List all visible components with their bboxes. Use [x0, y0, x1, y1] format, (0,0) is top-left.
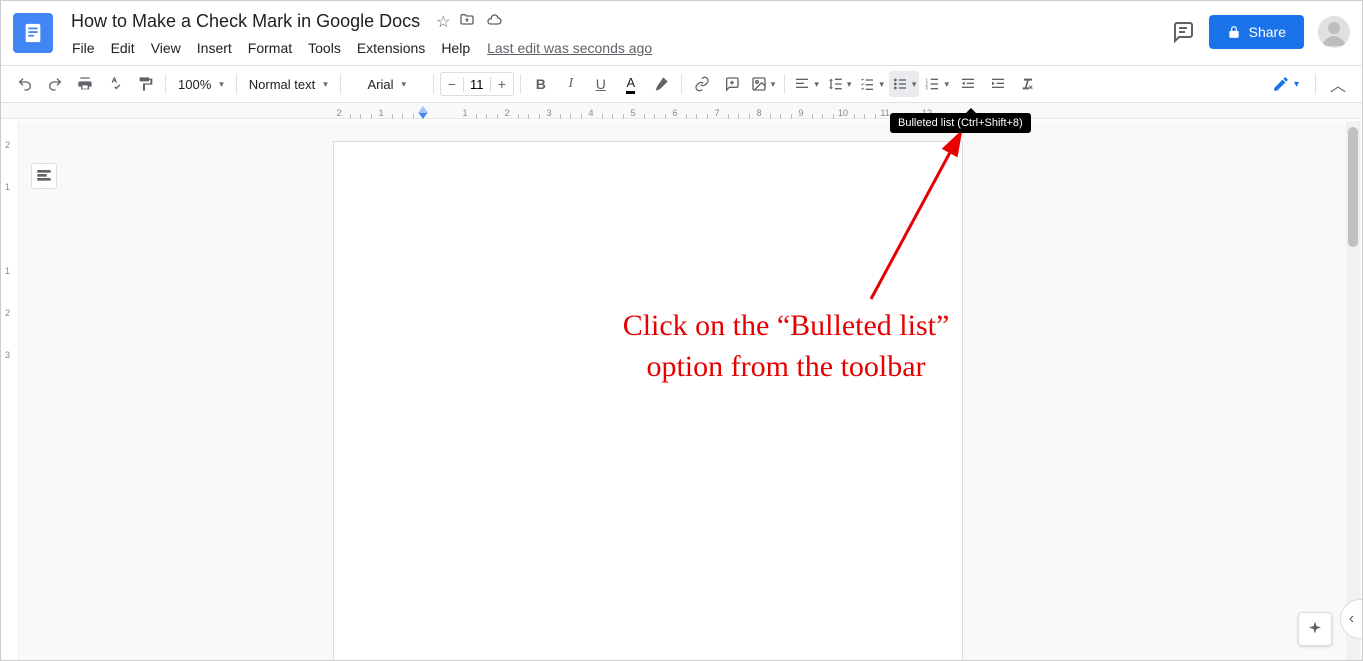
title-area: How to Make a Check Mark in Google Docs …: [65, 9, 1171, 60]
star-icon[interactable]: ☆: [436, 12, 450, 32]
decrease-indent-button[interactable]: [954, 71, 982, 97]
cloud-icon[interactable]: [484, 12, 504, 32]
font-size-control: − 11 +: [440, 72, 514, 96]
ruler-number: 11: [880, 108, 889, 118]
bulleted-list-button[interactable]: [889, 71, 920, 97]
separator: [433, 74, 434, 94]
zoom-select[interactable]: 100%: [172, 71, 230, 97]
ruler-number: 3: [546, 108, 551, 118]
ruler-number: 9: [798, 108, 803, 118]
explore-button[interactable]: [1298, 612, 1332, 646]
ruler-number: 1: [5, 266, 10, 276]
outline-toggle[interactable]: [31, 163, 57, 189]
redo-button[interactable]: [41, 71, 69, 97]
last-edit-link[interactable]: Last edit was seconds ago: [487, 40, 652, 56]
insert-link-button[interactable]: [688, 71, 716, 97]
font-value: Arial: [368, 77, 394, 92]
scrollbar-thumb[interactable]: [1348, 127, 1358, 247]
zoom-value: 100%: [178, 77, 211, 92]
ruler-number: 2: [504, 108, 509, 118]
hide-menus-button[interactable]: ︿: [1324, 68, 1352, 100]
menu-view[interactable]: View: [144, 36, 188, 60]
header-right: Share: [1171, 15, 1350, 49]
clear-formatting-button[interactable]: [1014, 71, 1042, 97]
numbered-list-button[interactable]: 123: [921, 71, 952, 97]
ruler-number: 7: [714, 108, 719, 118]
menu-edit[interactable]: Edit: [104, 36, 142, 60]
paint-format-button[interactable]: [131, 71, 159, 97]
separator: [340, 74, 341, 94]
font-select[interactable]: Arial: [347, 71, 427, 97]
undo-button[interactable]: [11, 71, 39, 97]
checklist-button[interactable]: [856, 71, 887, 97]
align-button[interactable]: [791, 71, 822, 97]
font-size-increase[interactable]: +: [491, 76, 513, 92]
menu-tools[interactable]: Tools: [301, 36, 348, 60]
separator: [784, 74, 785, 94]
vertical-ruler[interactable]: 2 1 1 2 3: [1, 121, 19, 660]
ruler-number: 1: [378, 108, 383, 118]
menu-help[interactable]: Help: [434, 36, 477, 60]
menu-file[interactable]: File: [65, 36, 102, 60]
editing-mode-button[interactable]: ▾: [1264, 72, 1307, 96]
spellcheck-button[interactable]: [101, 71, 129, 97]
bold-button[interactable]: B: [527, 71, 555, 97]
tooltip: Bulleted list (Ctrl+Shift+8): [890, 113, 1031, 133]
font-size-decrease[interactable]: −: [441, 76, 463, 92]
page[interactable]: [333, 141, 963, 660]
side-panel-toggle[interactable]: ‹: [1340, 599, 1362, 639]
style-value: Normal text: [249, 77, 315, 92]
line-spacing-button[interactable]: [824, 71, 855, 97]
separator: [165, 74, 166, 94]
document-canvas: 21123 Click on the “Bulleted list” optio…: [1, 121, 1362, 660]
ruler-number: 2: [5, 140, 10, 150]
separator: [681, 74, 682, 94]
doc-title[interactable]: How to Make a Check Mark in Google Docs: [65, 9, 426, 34]
separator: [520, 74, 521, 94]
insert-image-button[interactable]: [748, 71, 779, 97]
ruler-number: 6: [672, 108, 677, 118]
vertical-scrollbar[interactable]: [1346, 121, 1360, 660]
share-label: Share: [1249, 24, 1286, 40]
menu-extensions[interactable]: Extensions: [350, 36, 432, 60]
increase-indent-button[interactable]: [984, 71, 1012, 97]
ruler-number: 2: [336, 108, 341, 118]
separator: [1315, 74, 1316, 94]
ruler-number: 3: [5, 350, 10, 360]
svg-text:3: 3: [926, 85, 929, 90]
horizontal-ruler[interactable]: 21123456789101112: [1, 103, 1362, 119]
ruler-number: 10: [838, 108, 848, 118]
header: How to Make a Check Mark in Google Docs …: [1, 1, 1362, 65]
move-icon[interactable]: [458, 12, 476, 32]
ruler-number: 5: [630, 108, 635, 118]
menubar: File Edit View Insert Format Tools Exten…: [65, 36, 1171, 60]
paragraph-style-select[interactable]: Normal text: [243, 71, 334, 97]
font-size-value[interactable]: 11: [463, 77, 491, 92]
share-button[interactable]: Share: [1209, 15, 1304, 49]
menu-insert[interactable]: Insert: [190, 36, 239, 60]
ruler-number: 4: [588, 108, 593, 118]
text-color-button[interactable]: A: [617, 71, 645, 97]
docs-logo[interactable]: [13, 13, 53, 53]
ruler-number: 1: [462, 108, 467, 118]
avatar[interactable]: [1318, 16, 1350, 48]
comments-icon[interactable]: [1171, 20, 1195, 44]
menu-format[interactable]: Format: [241, 36, 299, 60]
print-button[interactable]: [71, 71, 99, 97]
ruler-number: 2: [5, 308, 10, 318]
toolbar: 100% Normal text Arial − 11 + B I U A 12…: [1, 65, 1362, 103]
ruler-number: 8: [756, 108, 761, 118]
ruler-number: 1: [5, 182, 10, 192]
underline-button[interactable]: U: [587, 71, 615, 97]
highlight-button[interactable]: [647, 71, 675, 97]
separator: [236, 74, 237, 94]
add-comment-button[interactable]: [718, 71, 746, 97]
italic-button[interactable]: I: [557, 71, 585, 97]
